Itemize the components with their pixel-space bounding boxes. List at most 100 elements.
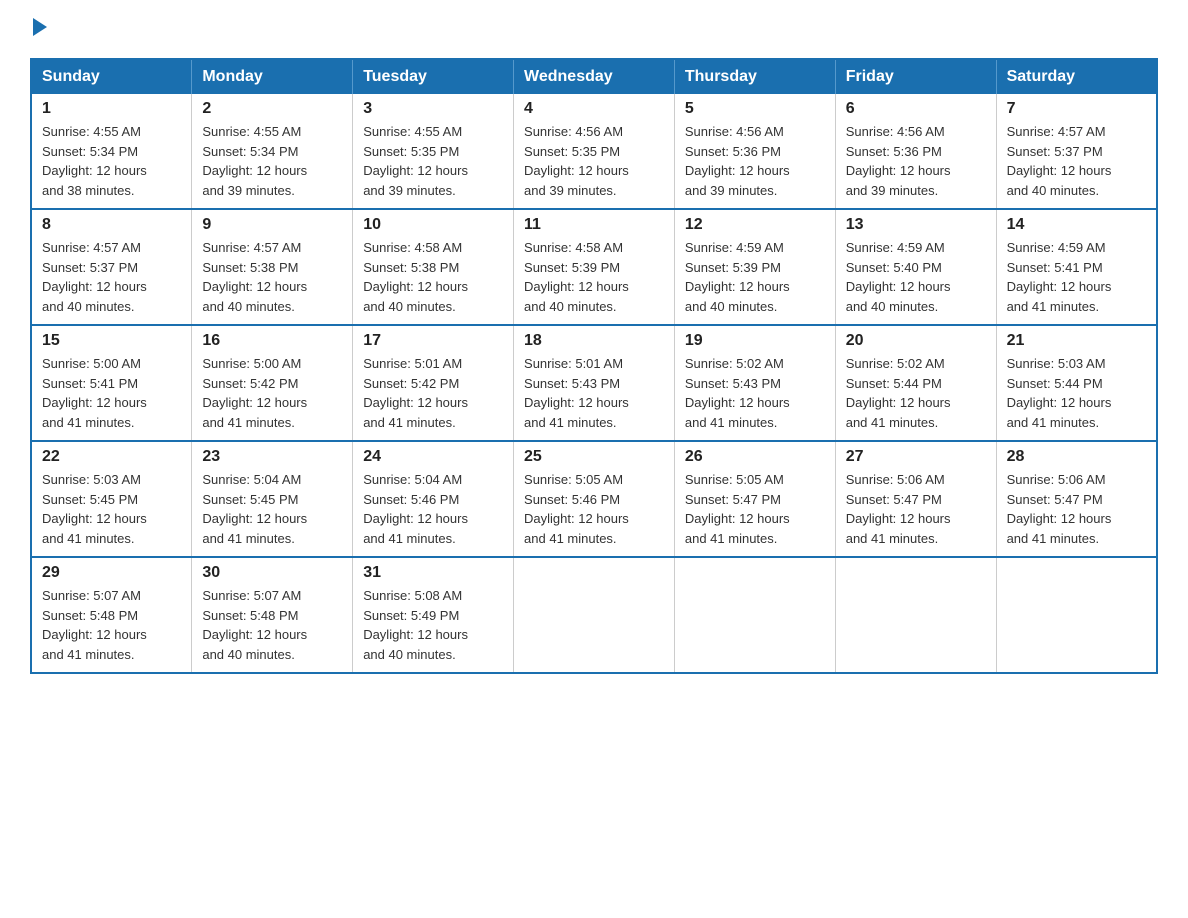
- day-number: 23: [202, 448, 342, 466]
- day-number: 11: [524, 216, 664, 234]
- day-number: 26: [685, 448, 825, 466]
- day-info: Sunrise: 5:01 AM Sunset: 5:43 PM Dayligh…: [524, 354, 664, 432]
- day-number: 12: [685, 216, 825, 234]
- calendar-cell: 18 Sunrise: 5:01 AM Sunset: 5:43 PM Dayl…: [514, 325, 675, 441]
- day-info: Sunrise: 5:07 AM Sunset: 5:48 PM Dayligh…: [42, 586, 181, 664]
- day-number: 28: [1007, 448, 1146, 466]
- day-number: 3: [363, 100, 503, 118]
- calendar-cell: 10 Sunrise: 4:58 AM Sunset: 5:38 PM Dayl…: [353, 209, 514, 325]
- day-number: 1: [42, 100, 181, 118]
- calendar-cell: 15 Sunrise: 5:00 AM Sunset: 5:41 PM Dayl…: [31, 325, 192, 441]
- day-info: Sunrise: 4:56 AM Sunset: 5:35 PM Dayligh…: [524, 122, 664, 200]
- day-info: Sunrise: 5:00 AM Sunset: 5:42 PM Dayligh…: [202, 354, 342, 432]
- weekday-header-saturday: Saturday: [996, 59, 1157, 94]
- calendar-cell: 1 Sunrise: 4:55 AM Sunset: 5:34 PM Dayli…: [31, 94, 192, 209]
- day-info: Sunrise: 5:00 AM Sunset: 5:41 PM Dayligh…: [42, 354, 181, 432]
- day-info: Sunrise: 5:06 AM Sunset: 5:47 PM Dayligh…: [846, 470, 986, 548]
- calendar-cell: 3 Sunrise: 4:55 AM Sunset: 5:35 PM Dayli…: [353, 94, 514, 209]
- calendar-cell: 21 Sunrise: 5:03 AM Sunset: 5:44 PM Dayl…: [996, 325, 1157, 441]
- day-info: Sunrise: 5:05 AM Sunset: 5:46 PM Dayligh…: [524, 470, 664, 548]
- calendar-week-5: 29 Sunrise: 5:07 AM Sunset: 5:48 PM Dayl…: [31, 557, 1157, 673]
- calendar-cell: 29 Sunrise: 5:07 AM Sunset: 5:48 PM Dayl…: [31, 557, 192, 673]
- day-info: Sunrise: 4:55 AM Sunset: 5:35 PM Dayligh…: [363, 122, 503, 200]
- day-number: 10: [363, 216, 503, 234]
- calendar-week-1: 1 Sunrise: 4:55 AM Sunset: 5:34 PM Dayli…: [31, 94, 1157, 209]
- calendar-cell: 14 Sunrise: 4:59 AM Sunset: 5:41 PM Dayl…: [996, 209, 1157, 325]
- day-info: Sunrise: 4:58 AM Sunset: 5:38 PM Dayligh…: [363, 238, 503, 316]
- day-number: 29: [42, 564, 181, 582]
- day-number: 6: [846, 100, 986, 118]
- day-info: Sunrise: 4:57 AM Sunset: 5:37 PM Dayligh…: [42, 238, 181, 316]
- day-info: Sunrise: 4:57 AM Sunset: 5:38 PM Dayligh…: [202, 238, 342, 316]
- calendar-week-3: 15 Sunrise: 5:00 AM Sunset: 5:41 PM Dayl…: [31, 325, 1157, 441]
- day-info: Sunrise: 5:04 AM Sunset: 5:46 PM Dayligh…: [363, 470, 503, 548]
- weekday-header-friday: Friday: [835, 59, 996, 94]
- calendar-cell: 19 Sunrise: 5:02 AM Sunset: 5:43 PM Dayl…: [674, 325, 835, 441]
- calendar-cell: 25 Sunrise: 5:05 AM Sunset: 5:46 PM Dayl…: [514, 441, 675, 557]
- calendar-cell: 13 Sunrise: 4:59 AM Sunset: 5:40 PM Dayl…: [835, 209, 996, 325]
- calendar-cell: 12 Sunrise: 4:59 AM Sunset: 5:39 PM Dayl…: [674, 209, 835, 325]
- day-number: 18: [524, 332, 664, 350]
- day-info: Sunrise: 5:03 AM Sunset: 5:45 PM Dayligh…: [42, 470, 181, 548]
- day-number: 2: [202, 100, 342, 118]
- calendar-cell: 4 Sunrise: 4:56 AM Sunset: 5:35 PM Dayli…: [514, 94, 675, 209]
- calendar-cell: 24 Sunrise: 5:04 AM Sunset: 5:46 PM Dayl…: [353, 441, 514, 557]
- day-number: 31: [363, 564, 503, 582]
- day-number: 14: [1007, 216, 1146, 234]
- day-info: Sunrise: 5:06 AM Sunset: 5:47 PM Dayligh…: [1007, 470, 1146, 548]
- calendar-cell: 20 Sunrise: 5:02 AM Sunset: 5:44 PM Dayl…: [835, 325, 996, 441]
- day-number: 8: [42, 216, 181, 234]
- day-number: 27: [846, 448, 986, 466]
- day-info: Sunrise: 5:01 AM Sunset: 5:42 PM Dayligh…: [363, 354, 503, 432]
- calendar-cell: 17 Sunrise: 5:01 AM Sunset: 5:42 PM Dayl…: [353, 325, 514, 441]
- day-info: Sunrise: 5:07 AM Sunset: 5:48 PM Dayligh…: [202, 586, 342, 664]
- day-number: 17: [363, 332, 503, 350]
- logo: [30, 20, 47, 38]
- day-number: 7: [1007, 100, 1146, 118]
- calendar-cell: 27 Sunrise: 5:06 AM Sunset: 5:47 PM Dayl…: [835, 441, 996, 557]
- weekday-header-thursday: Thursday: [674, 59, 835, 94]
- calendar-cell: 2 Sunrise: 4:55 AM Sunset: 5:34 PM Dayli…: [192, 94, 353, 209]
- calendar-cell: [835, 557, 996, 673]
- day-number: 13: [846, 216, 986, 234]
- day-info: Sunrise: 4:55 AM Sunset: 5:34 PM Dayligh…: [42, 122, 181, 200]
- day-info: Sunrise: 4:57 AM Sunset: 5:37 PM Dayligh…: [1007, 122, 1146, 200]
- weekday-header-wednesday: Wednesday: [514, 59, 675, 94]
- calendar-cell: 11 Sunrise: 4:58 AM Sunset: 5:39 PM Dayl…: [514, 209, 675, 325]
- day-info: Sunrise: 4:56 AM Sunset: 5:36 PM Dayligh…: [846, 122, 986, 200]
- day-number: 22: [42, 448, 181, 466]
- day-info: Sunrise: 4:58 AM Sunset: 5:39 PM Dayligh…: [524, 238, 664, 316]
- day-info: Sunrise: 5:05 AM Sunset: 5:47 PM Dayligh…: [685, 470, 825, 548]
- day-number: 9: [202, 216, 342, 234]
- calendar-cell: [514, 557, 675, 673]
- calendar-cell: 26 Sunrise: 5:05 AM Sunset: 5:47 PM Dayl…: [674, 441, 835, 557]
- day-info: Sunrise: 4:56 AM Sunset: 5:36 PM Dayligh…: [685, 122, 825, 200]
- calendar-cell: 31 Sunrise: 5:08 AM Sunset: 5:49 PM Dayl…: [353, 557, 514, 673]
- day-number: 15: [42, 332, 181, 350]
- weekday-header-monday: Monday: [192, 59, 353, 94]
- day-number: 4: [524, 100, 664, 118]
- calendar-cell: 7 Sunrise: 4:57 AM Sunset: 5:37 PM Dayli…: [996, 94, 1157, 209]
- day-number: 30: [202, 564, 342, 582]
- day-info: Sunrise: 4:59 AM Sunset: 5:40 PM Dayligh…: [846, 238, 986, 316]
- page-header: [30, 20, 1158, 38]
- day-number: 21: [1007, 332, 1146, 350]
- calendar-cell: 6 Sunrise: 4:56 AM Sunset: 5:36 PM Dayli…: [835, 94, 996, 209]
- day-info: Sunrise: 4:59 AM Sunset: 5:39 PM Dayligh…: [685, 238, 825, 316]
- calendar-week-4: 22 Sunrise: 5:03 AM Sunset: 5:45 PM Dayl…: [31, 441, 1157, 557]
- day-number: 5: [685, 100, 825, 118]
- day-number: 25: [524, 448, 664, 466]
- calendar-cell: [674, 557, 835, 673]
- day-number: 20: [846, 332, 986, 350]
- calendar-cell: 9 Sunrise: 4:57 AM Sunset: 5:38 PM Dayli…: [192, 209, 353, 325]
- calendar-cell: [996, 557, 1157, 673]
- calendar-cell: 28 Sunrise: 5:06 AM Sunset: 5:47 PM Dayl…: [996, 441, 1157, 557]
- weekday-header-row: SundayMondayTuesdayWednesdayThursdayFrid…: [31, 59, 1157, 94]
- day-number: 24: [363, 448, 503, 466]
- day-info: Sunrise: 4:59 AM Sunset: 5:41 PM Dayligh…: [1007, 238, 1146, 316]
- calendar-cell: 22 Sunrise: 5:03 AM Sunset: 5:45 PM Dayl…: [31, 441, 192, 557]
- calendar-cell: 23 Sunrise: 5:04 AM Sunset: 5:45 PM Dayl…: [192, 441, 353, 557]
- logo-arrow-icon: [33, 18, 47, 36]
- calendar-cell: 16 Sunrise: 5:00 AM Sunset: 5:42 PM Dayl…: [192, 325, 353, 441]
- day-info: Sunrise: 5:08 AM Sunset: 5:49 PM Dayligh…: [363, 586, 503, 664]
